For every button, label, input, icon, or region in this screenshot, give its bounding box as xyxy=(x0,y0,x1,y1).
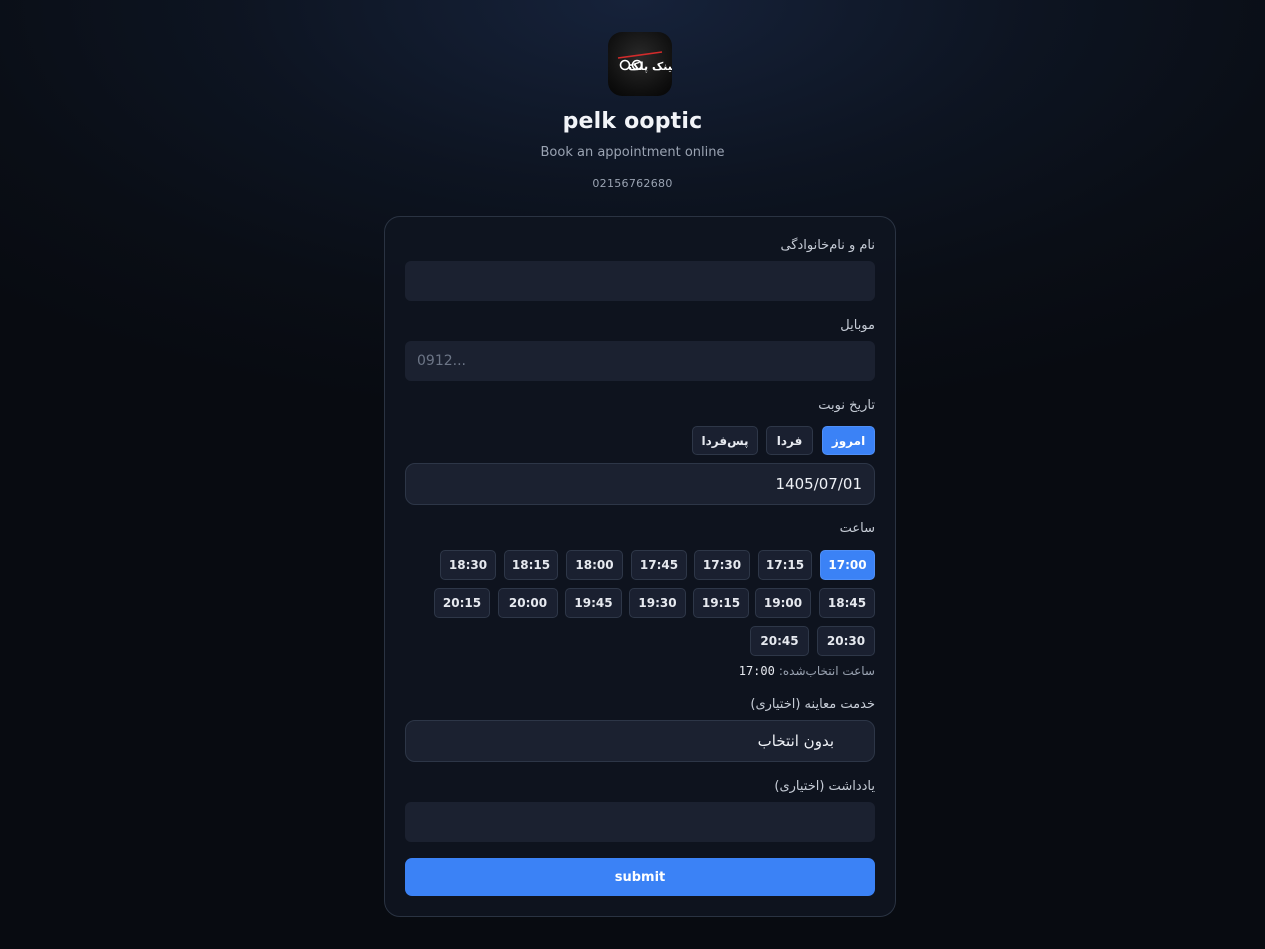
name-input[interactable] xyxy=(405,261,875,301)
selected-time-value: 17:00 xyxy=(738,664,775,678)
date-today-button[interactable]: امروز xyxy=(822,426,875,455)
time-slot-1900[interactable]: 19:00 xyxy=(755,588,811,618)
time-slot-2045[interactable]: 20:45 xyxy=(750,626,809,656)
logo-lettering: عینک پلک xyxy=(628,60,672,73)
time-slot-1700[interactable]: 17:00 xyxy=(820,550,875,580)
service-select[interactable]: بدون انتخاب xyxy=(405,720,875,762)
time-slot-2030[interactable]: 20:30 xyxy=(817,626,875,656)
note-input[interactable] xyxy=(405,802,875,842)
time-slot-1845[interactable]: 18:45 xyxy=(819,588,875,618)
time-label: ساعت xyxy=(839,521,875,536)
time-slot-1800[interactable]: 18:00 xyxy=(566,550,623,580)
date-day-after-button[interactable]: پس‌فردا xyxy=(692,426,758,455)
mobile-input[interactable] xyxy=(405,341,875,381)
name-label: نام و نام‌خانوادگی xyxy=(780,238,875,253)
time-slot-1915[interactable]: 19:15 xyxy=(693,588,749,618)
time-slot-1730[interactable]: 17:30 xyxy=(694,550,750,580)
phone-number: 02156762680 xyxy=(592,177,673,190)
service-label: خدمت معاینه (اختیاری) xyxy=(750,697,875,712)
time-slot-2015[interactable]: 20:15 xyxy=(434,588,490,618)
time-slot-1930[interactable]: 19:30 xyxy=(629,588,686,618)
note-label: یادداشت (اختیاری) xyxy=(774,779,875,794)
mobile-label: موبایل xyxy=(840,318,875,333)
time-slot-1745[interactable]: 17:45 xyxy=(631,550,687,580)
glasses-icon: عینک پلک xyxy=(617,51,672,73)
date-label: تاریخ نوبت xyxy=(818,398,875,413)
time-slot-1815[interactable]: 18:15 xyxy=(504,550,558,580)
selected-time-readout: ساعت انتخاب‌شده: 17:00 xyxy=(739,664,875,678)
time-slot-1830[interactable]: 18:30 xyxy=(440,550,496,580)
date-input[interactable]: 1405/07/01 xyxy=(405,463,875,505)
submit-button[interactable]: submit xyxy=(405,858,875,896)
date-tomorrow-button[interactable]: فردا xyxy=(766,426,813,455)
subtitle: Book an appointment online xyxy=(540,145,725,160)
time-slot-1715[interactable]: 17:15 xyxy=(758,550,812,580)
selected-time-label: ساعت انتخاب‌شده: xyxy=(778,664,875,678)
time-slot-2000[interactable]: 20:00 xyxy=(498,588,558,618)
time-slot-1945[interactable]: 19:45 xyxy=(565,588,622,618)
booking-card: نام و نام‌خانوادگی موبایل تاریخ نوبت امر… xyxy=(384,216,896,917)
shop-title: pelk ooptic xyxy=(562,109,703,134)
brand-logo: عینک پلک xyxy=(608,32,672,96)
